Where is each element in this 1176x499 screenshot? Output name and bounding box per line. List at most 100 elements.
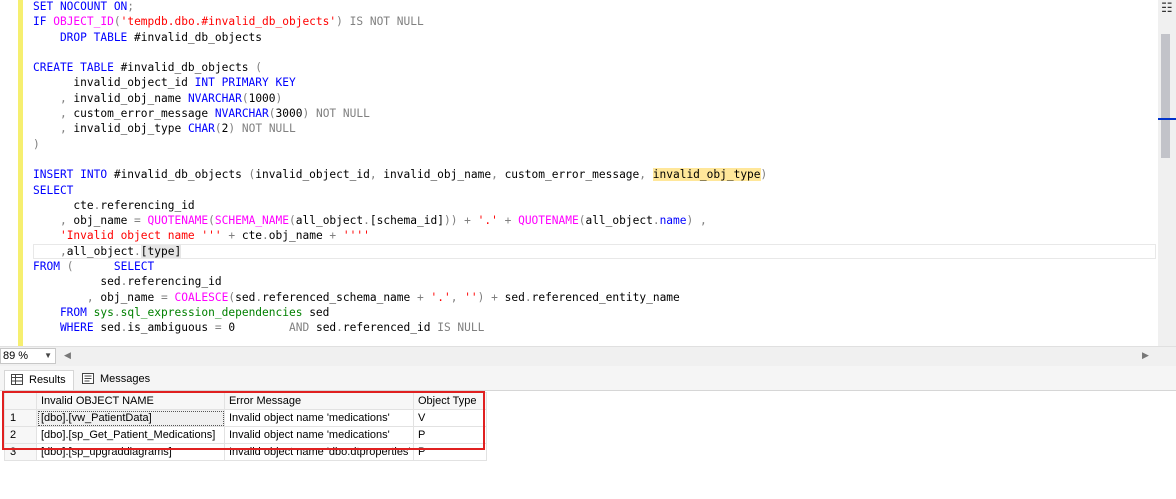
code-token: invalid_obj_name	[73, 91, 188, 105]
grid-cell[interactable]: [dbo].[sp_Get_Patient_Medications]	[36, 426, 225, 444]
code-token: #invalid_db_objects	[134, 30, 263, 44]
code-token: )	[228, 122, 242, 136]
code-token: '.'	[477, 214, 498, 228]
grid-cell[interactable]: [dbo].[sp_upgraddiagrams]	[36, 443, 225, 461]
grid-cell[interactable]: [dbo].[vw_PatientData]	[36, 409, 225, 427]
code-token: DROP TABLE	[33, 30, 135, 44]
grid-cell[interactable]: V	[413, 409, 487, 427]
tab-results-label: Results	[29, 374, 66, 386]
code-line[interactable]: FROM sys.sql_expression_dependencies sed	[33, 305, 1154, 320]
code-token: (	[208, 214, 215, 228]
code-token: FROM	[33, 260, 67, 274]
code-token: .	[336, 321, 343, 335]
code-token: (	[113, 15, 121, 29]
scroll-position-marker	[1158, 118, 1176, 120]
grid-cell[interactable]: Invalid object name 'medications'	[224, 426, 414, 444]
code-token: name	[659, 214, 687, 228]
code-token: invalid_obj_type	[652, 168, 761, 182]
code-line[interactable]: SET NOCOUNT ON;	[33, 0, 1154, 14]
code-line[interactable]: , invalid_obj_name NVARCHAR(1000)	[33, 91, 1154, 106]
split-window-icon[interactable]: ☷	[1161, 2, 1173, 15]
table-row[interactable]: 1 [dbo].[vw_PatientData] Invalid object …	[4, 409, 487, 427]
code-line[interactable]: , invalid_obj_type CHAR(2) NOT NULL	[33, 121, 1154, 136]
code-line[interactable]: cte.referencing_id	[33, 198, 1154, 213]
table-row[interactable]: 2 [dbo].[sp_Get_Patient_Medications] Inv…	[4, 426, 487, 444]
code-token: +	[329, 229, 343, 243]
code-token: (	[66, 260, 114, 274]
row-number[interactable]: 2	[4, 426, 37, 444]
column-header[interactable]: Error Message	[224, 392, 414, 410]
row-number[interactable]: 1	[4, 409, 37, 427]
code-token: ;	[127, 0, 135, 13]
code-token: NOT NULL	[241, 122, 296, 136]
code-token: custom_error_message	[504, 168, 640, 182]
tab-messages-label: Messages	[100, 373, 151, 385]
code-token: ,	[450, 290, 465, 304]
scroll-right-icon[interactable]: ▶	[1142, 350, 1149, 361]
zoom-dropdown[interactable]: 89 % ▼	[0, 348, 56, 364]
code-line[interactable]: FROM ( SELECT	[33, 259, 1154, 274]
code-token: (	[214, 122, 222, 136]
code-token: WHERE	[33, 321, 101, 335]
code-token: cte	[241, 229, 263, 243]
row-number[interactable]: 3	[4, 443, 37, 461]
tab-messages[interactable]: Messages	[76, 370, 152, 389]
code-token: #invalid_db_objects	[113, 168, 249, 182]
row-number-header[interactable]	[4, 392, 37, 410]
code-token: ,	[639, 168, 653, 182]
code-line[interactable]: , custom_error_message NVARCHAR(3000) NO…	[33, 106, 1154, 121]
code-token: OBJECT_ID	[53, 15, 114, 29]
code-token: )	[33, 137, 40, 151]
code-token: ) ,	[686, 214, 707, 228]
column-header[interactable]: Invalid OBJECT NAME	[36, 392, 225, 410]
results-grid[interactable]: Invalid OBJECT NAME Error Message Object…	[4, 392, 487, 461]
code-token: sed	[235, 290, 256, 304]
code-token: AND	[289, 321, 316, 335]
code-token: ''''	[342, 229, 370, 243]
code-line[interactable]: SELECT	[33, 183, 1154, 198]
column-header[interactable]: Object Type	[413, 392, 487, 410]
code-line[interactable]	[33, 45, 1154, 60]
scroll-left-icon[interactable]: ◀	[64, 350, 71, 361]
table-row[interactable]: 3 [dbo].[sp_upgraddiagrams] Invalid obje…	[4, 443, 487, 461]
editor-vertical-scrollbar[interactable]: ☷	[1158, 0, 1176, 346]
scrollbar-thumb[interactable]	[1161, 34, 1170, 158]
chevron-down-icon[interactable]: ▼	[44, 349, 52, 363]
code-line[interactable]: , obj_name = QUOTENAME(SCHEMA_NAME(all_o…	[33, 213, 1154, 228]
code-token: SELECT	[113, 260, 155, 274]
grid-cell[interactable]: P	[413, 426, 487, 444]
code-token: 1000	[248, 91, 276, 105]
tab-results[interactable]: Results	[4, 370, 74, 390]
code-line[interactable]: DROP TABLE #invalid_db_objects	[33, 30, 1154, 45]
code-line[interactable]: , obj_name = COALESCE(sed.referenced_sch…	[33, 290, 1154, 305]
code-token: INT PRIMARY KEY	[194, 76, 296, 90]
code-line[interactable]: invalid_object_id INT PRIMARY KEY	[33, 75, 1154, 90]
code-area[interactable]: SET NOCOUNT ON; IF OBJECT_ID('tempdb.dbo.…	[33, 0, 1156, 336]
code-line[interactable]: CREATE TABLE #invalid_db_objects (	[33, 60, 1154, 75]
sql-editor[interactable]: SET NOCOUNT ON; IF OBJECT_ID('tempdb.dbo.…	[0, 0, 1176, 346]
code-token: ,	[33, 214, 74, 228]
code-token: )	[336, 15, 350, 29]
code-token: .	[524, 290, 532, 304]
code-line[interactable]	[33, 152, 1154, 167]
zoom-value: 89 %	[3, 350, 29, 362]
code-token: ''	[464, 290, 478, 304]
messages-icon	[82, 373, 94, 384]
grid-cell[interactable]: Invalid object name 'medications'	[224, 409, 414, 427]
code-line[interactable]: WHERE sed.is_ambiguous = 0 AND sed.refer…	[33, 320, 1154, 335]
code-line[interactable]: 'Invalid object name ''' + cte.obj_name …	[33, 228, 1154, 243]
code-token: obj_name	[268, 229, 330, 243]
results-grid-panel[interactable]: Invalid OBJECT NAME Error Message Object…	[0, 391, 1176, 499]
grid-cell[interactable]: P	[413, 443, 487, 461]
code-line[interactable]: IF OBJECT_ID('tempdb.dbo.#invalid_db_obj…	[33, 14, 1154, 29]
code-line[interactable]: sed.referencing_id	[33, 274, 1154, 289]
grid-cell[interactable]: Invalid object name 'dbo.dtproperties'	[224, 443, 414, 461]
code-token: referenced_id	[342, 321, 438, 335]
code-line[interactable]: INSERT INTO #invalid_db_objects (invalid…	[33, 167, 1154, 182]
code-token: COALESCE	[174, 290, 229, 304]
code-line[interactable]: ,all_object.[type]	[33, 243, 1156, 260]
change-tracking-margin	[18, 0, 23, 346]
code-line[interactable]: )	[33, 137, 1154, 152]
code-token: sed	[100, 321, 121, 335]
